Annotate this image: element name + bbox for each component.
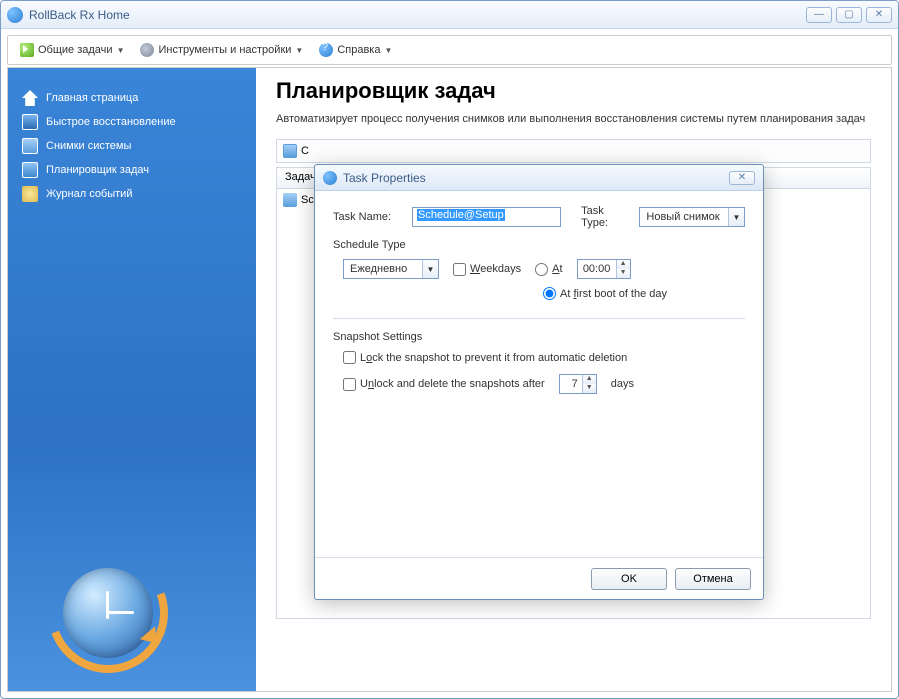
minimize-button[interactable]: —: [806, 7, 832, 23]
cancel-button[interactable]: Отмена: [675, 568, 751, 590]
at-radio-input[interactable]: [535, 263, 548, 276]
sidebar-item-snapshots[interactable]: Снимки системы: [22, 134, 242, 158]
dropdown-icon: ▼: [295, 46, 303, 55]
page-description: Автоматизирует процесс получения снимков…: [276, 112, 871, 127]
unlock-delete-label: Unlock and delete the snapshots after: [360, 378, 545, 390]
snapshot-icon: [22, 138, 38, 154]
task-type-combo[interactable]: Новый снимок ▼: [639, 207, 745, 227]
dropdown-icon: ▼: [384, 46, 392, 55]
snapshot-settings-label: Snapshot Settings: [333, 331, 745, 343]
lock-snapshot-label: Lock the snapshot to prevent it from aut…: [360, 352, 627, 364]
scheduler-icon: [22, 162, 38, 178]
page-title: Планировщик задач: [276, 78, 871, 104]
dropdown-icon: ▼: [422, 260, 438, 278]
ok-label: OK: [621, 573, 637, 585]
lock-snapshot-input[interactable]: [343, 351, 356, 364]
first-boot-radio[interactable]: At first boot of the day: [543, 287, 667, 300]
sidebar-item-label: Быстрое восстановление: [46, 116, 176, 128]
at-radio[interactable]: At: [535, 263, 562, 276]
restore-icon: [22, 114, 38, 130]
task-properties-dialog: Task Properties ✕ Task Name: Schedule@Se…: [314, 164, 764, 600]
sidebar-item-log[interactable]: Журнал событий: [22, 182, 242, 206]
window-controls: — ▢ ✕: [806, 7, 892, 23]
task-type-label: Task Type:: [581, 205, 631, 229]
spin-down-icon[interactable]: ▼: [583, 384, 596, 393]
toolbar-tools[interactable]: Инструменты и настройки ▼: [136, 41, 307, 59]
task-name-value: Schedule@Setup: [417, 209, 505, 221]
gear-icon: [140, 43, 154, 57]
dialog-close-button[interactable]: ✕: [729, 171, 755, 185]
unlock-delete-input[interactable]: [343, 378, 356, 391]
unlock-delete-checkbox[interactable]: Unlock and delete the snapshots after: [343, 378, 545, 391]
sidebar-item-label: Главная страница: [46, 92, 138, 104]
at-label: At: [552, 263, 562, 275]
time-value: 00:00: [578, 263, 616, 275]
lock-snapshot-checkbox[interactable]: Lock the snapshot to prevent it from aut…: [343, 351, 627, 364]
app-icon: [7, 7, 23, 23]
days-value: 7: [560, 378, 582, 390]
play-icon: [20, 43, 34, 57]
dropdown-icon: ▼: [728, 208, 744, 226]
cancel-label: Отмена: [693, 573, 732, 585]
sidebar-item-restore[interactable]: Быстрое восстановление: [22, 110, 242, 134]
toolbar-help[interactable]: Справка ▼: [315, 41, 396, 59]
toolbar-help-label: Справка: [337, 44, 380, 56]
dialog-icon: [323, 171, 337, 185]
days-label: days: [611, 378, 634, 390]
spin-up-icon[interactable]: ▲: [617, 260, 630, 269]
dialog-body: Task Name: Schedule@Setup Task Type: Нов…: [315, 191, 763, 557]
home-icon: [22, 90, 38, 106]
titlebar: RollBack Rx Home — ▢ ✕: [1, 1, 898, 29]
task-toolbar-icon: [283, 144, 297, 158]
days-spinner[interactable]: 7 ▲▼: [559, 374, 597, 394]
dialog-footer: OK Отмена: [315, 557, 763, 599]
maximize-button[interactable]: ▢: [836, 7, 862, 23]
task-row-icon: [283, 193, 297, 207]
weekdays-checkbox-input[interactable]: [453, 263, 466, 276]
separator: [333, 318, 745, 319]
product-logo: [48, 553, 168, 673]
spin-up-icon[interactable]: ▲: [583, 375, 596, 384]
dropdown-icon: ▼: [117, 46, 125, 55]
toolbar-common-tasks[interactable]: Общие задачи ▼: [16, 41, 128, 59]
task-toolbar: С: [276, 139, 871, 163]
first-boot-label: At first boot of the day: [560, 288, 667, 300]
task-name-input[interactable]: Schedule@Setup: [412, 207, 561, 227]
spin-down-icon[interactable]: ▼: [617, 269, 630, 278]
schedule-type-label: Schedule Type: [333, 239, 745, 251]
schedule-combo-value: Ежедневно: [344, 263, 422, 275]
close-button[interactable]: ✕: [866, 7, 892, 23]
sidebar-item-label: Планировщик задач: [46, 164, 149, 176]
weekdays-checkbox[interactable]: Weekdays: [453, 263, 521, 276]
log-icon: [22, 186, 38, 202]
dialog-title: Task Properties: [343, 171, 729, 185]
ok-button[interactable]: OK: [591, 568, 667, 590]
task-type-value: Новый снимок: [640, 211, 728, 223]
dialog-titlebar: Task Properties ✕: [315, 165, 763, 191]
toolbar: Общие задачи ▼ Инструменты и настройки ▼…: [7, 35, 892, 65]
toolbar-tools-label: Инструменты и настройки: [158, 44, 291, 56]
weekdays-label: Weekdays: [470, 263, 521, 275]
sidebar-item-home[interactable]: Главная страница: [22, 86, 242, 110]
sidebar-item-label: Журнал событий: [46, 188, 132, 200]
task-name-label: Task Name:: [333, 211, 404, 223]
first-boot-radio-input[interactable]: [543, 287, 556, 300]
time-spinner[interactable]: 00:00 ▲▼: [577, 259, 631, 279]
sidebar: Главная страница Быстрое восстановление …: [8, 68, 256, 691]
toolbar-common-label: Общие задачи: [38, 44, 113, 56]
task-toolbar-label[interactable]: С: [301, 145, 309, 157]
sidebar-item-label: Снимки системы: [46, 140, 131, 152]
help-icon: [319, 43, 333, 57]
sidebar-item-scheduler[interactable]: Планировщик задач: [22, 158, 242, 182]
app-title: RollBack Rx Home: [29, 8, 806, 22]
schedule-type-combo[interactable]: Ежедневно ▼: [343, 259, 439, 279]
